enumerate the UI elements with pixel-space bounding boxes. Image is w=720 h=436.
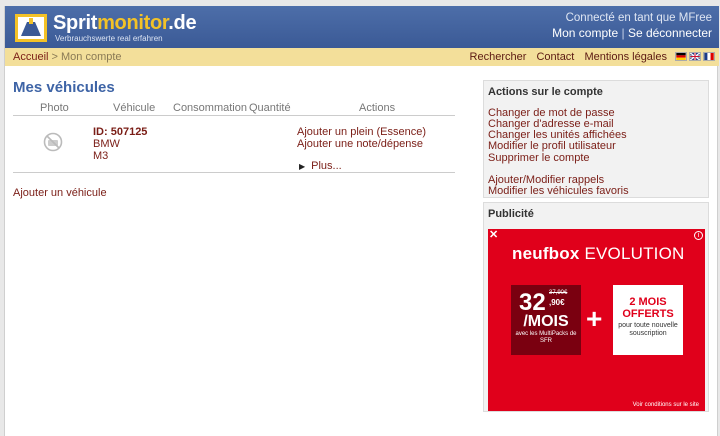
- site-logo[interactable]: Spritmonitor.de: [53, 12, 197, 35]
- breadcrumb-current: > Mon compte: [48, 51, 122, 63]
- logo-part-3: .de: [168, 12, 197, 34]
- ad-offer-title: 2 MOIS OFFERTS: [622, 296, 674, 320]
- add-fuel-link[interactable]: Ajouter un plein (Essence): [297, 126, 426, 138]
- table-row: ID: 507125 BMW M3 Ajouter un plein (Esse…: [13, 116, 455, 173]
- separator: |: [621, 26, 625, 40]
- connected-as-text: Connecté en tant que MFree: [565, 12, 712, 24]
- ad-brand-bold: neufbox: [512, 244, 580, 263]
- language-flags: [675, 52, 715, 61]
- nav-legal-link[interactable]: Mentions légales: [584, 51, 667, 63]
- favorite-vehicles-link[interactable]: Modifier les véhicules favoris: [488, 185, 629, 197]
- ad-offer-text: pour toute nouvelle souscription: [618, 322, 678, 337]
- ad-offer-block: 2 MOIS OFFERTS pour toute nouvelle sousc…: [613, 285, 683, 355]
- ad-price-note: avec les MultiPacks de SFR: [515, 331, 577, 344]
- ad-info-icon[interactable]: i: [694, 231, 703, 240]
- ad-price-unit: /MOIS: [523, 313, 569, 330]
- no-photo-icon: [43, 132, 63, 152]
- column-actions: Actions: [359, 102, 396, 114]
- ad-banner[interactable]: ✕ i neufbox EVOLUTION 32 37,90€ ,90€ /MO…: [488, 229, 705, 411]
- flag-fr-icon[interactable]: [703, 52, 715, 61]
- account-actions-box: Actions sur le compte Changer de mot de …: [483, 80, 709, 198]
- ad-brand-rest: EVOLUTION: [579, 244, 685, 263]
- site-header: Spritmonitor.de Verbrauchswerte real erf…: [5, 6, 719, 48]
- flag-uk-icon[interactable]: [689, 52, 701, 61]
- ad-close-icon[interactable]: ✕: [489, 229, 498, 241]
- triangle-right-icon: ▶: [299, 162, 306, 171]
- breadcrumb: Accueil > Mon compte: [13, 51, 122, 63]
- vehicle-model[interactable]: M3: [93, 150, 108, 162]
- nav-bar: Accueil > Mon compte Rechercher Contact …: [5, 48, 719, 66]
- advertising-box: Publicité ✕ i neufbox EVOLUTION 32 37,90…: [483, 202, 709, 412]
- vehicle-table-header: Photo Véhicule Consommation Quantité Act…: [13, 102, 455, 116]
- vehicle-id-link[interactable]: ID: 507125: [93, 126, 147, 138]
- ad-plus-sign: +: [586, 303, 603, 334]
- more-actions-label: Plus...: [311, 160, 342, 172]
- add-vehicle-link[interactable]: Ajouter un véhicule: [13, 187, 107, 199]
- logo-part-1: Sprit: [53, 12, 98, 34]
- ad-price-block: 32 37,90€ ,90€ /MOIS avec les MultiPacks…: [511, 285, 581, 355]
- ad-price-old: 37,90€: [549, 290, 568, 296]
- breadcrumb-home-link[interactable]: Accueil: [13, 51, 48, 63]
- delete-account-link[interactable]: Supprimer le compte: [488, 152, 590, 164]
- page: Spritmonitor.de Verbrauchswerte real erf…: [4, 6, 719, 436]
- flag-de-icon[interactable]: [675, 52, 687, 61]
- ad-brand: neufbox EVOLUTION: [512, 244, 684, 264]
- logo-tagline: Verbrauchswerte real erfahren: [55, 34, 163, 43]
- nav-links: Rechercher Contact Mentions légales: [463, 51, 667, 63]
- logo-part-2: monitor: [97, 12, 169, 34]
- page-title: Mes véhicules: [13, 79, 115, 96]
- advertising-title: Publicité: [488, 208, 534, 220]
- ad-price-cents: ,90€: [549, 298, 565, 307]
- user-links: Mon compte | Se déconnecter: [552, 26, 712, 40]
- column-quantity: Quantité: [249, 102, 291, 114]
- ad-conditions[interactable]: Voir conditions sur le site: [633, 402, 699, 408]
- logout-link[interactable]: Se déconnecter: [628, 26, 712, 40]
- column-consumption: Consommation: [173, 102, 247, 114]
- column-photo: Photo: [40, 102, 69, 114]
- logo-icon[interactable]: [15, 14, 47, 42]
- my-account-link[interactable]: Mon compte: [552, 26, 618, 40]
- nav-search-link[interactable]: Rechercher: [470, 51, 527, 63]
- vehicle-brand[interactable]: BMW: [93, 138, 120, 150]
- nav-contact-link[interactable]: Contact: [536, 51, 574, 63]
- add-note-link[interactable]: Ajouter une note/dépense: [297, 138, 423, 150]
- column-vehicle: Véhicule: [113, 102, 156, 114]
- account-actions-title: Actions sur le compte: [488, 86, 603, 98]
- more-actions-link[interactable]: ▶ Plus...: [299, 160, 342, 172]
- edit-profile-link[interactable]: Modifier le profil utilisateur: [488, 140, 616, 152]
